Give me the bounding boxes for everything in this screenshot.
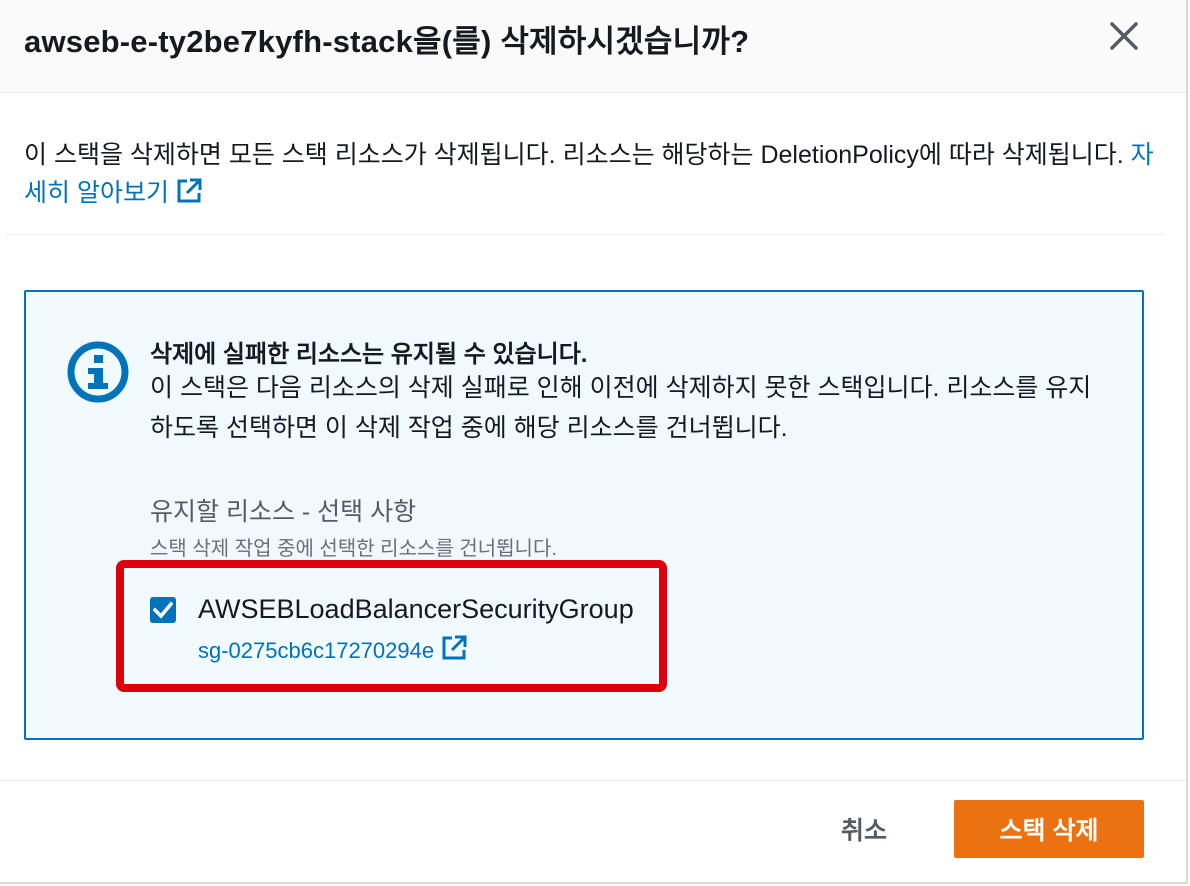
resource-name: AWSEBLoadBalancerSecurityGroup xyxy=(198,594,634,624)
info-alert-title: 삭제에 실패한 리소스는 유지될 수 있습니다. xyxy=(150,341,588,368)
footer-divider xyxy=(0,780,1186,781)
info-icon xyxy=(67,341,129,403)
resource-id-link[interactable]: sg-0275cb6c17270294e xyxy=(198,634,468,664)
checkmark-icon xyxy=(153,601,173,619)
resource-id: sg-0275cb6c17270294e xyxy=(198,638,435,663)
intro-description: 이 스택을 삭제하면 모든 스택 리소스가 삭제됩니다. 리소스는 해당하는 D… xyxy=(24,141,1124,169)
info-alert-body: 이 스택은 다음 리소스의 삭제 실패로 인해 이전에 삭제하지 못한 스택입니… xyxy=(150,374,1092,442)
cancel-button[interactable]: 취소 xyxy=(816,800,912,858)
dialog-title: awseb-e-ty2be7kyfh-stack을(를) 삭제하시겠습니까? xyxy=(24,24,750,59)
intro-text: 이 스택을 삭제하면 모든 스택 리소스가 삭제됩니다. 리소스는 해당하는 D… xyxy=(24,136,1154,212)
info-alert: 삭제에 실패한 리소스는 유지될 수 있습니다. 이 스택은 다음 리소스의 삭… xyxy=(24,290,1144,740)
resource-checkbox[interactable] xyxy=(150,597,176,623)
highlight-box xyxy=(116,560,667,692)
delete-stack-dialog: awseb-e-ty2be7kyfh-stack을(를) 삭제하시겠습니까? 이… xyxy=(0,0,1188,884)
retain-resources-label: 유지할 리소스 - 선택 사항 xyxy=(150,498,417,526)
close-icon xyxy=(1110,22,1138,50)
retain-resources-description: 스택 삭제 작업 중에 선택한 리소스를 건너뜁니다. xyxy=(150,538,557,560)
section-divider xyxy=(6,234,1164,235)
external-link-icon xyxy=(442,635,467,660)
delete-stack-button[interactable]: 스택 삭제 xyxy=(954,800,1144,858)
external-link-icon xyxy=(177,178,202,203)
close-button[interactable] xyxy=(1104,16,1144,56)
dialog-header: awseb-e-ty2be7kyfh-stack을(를) 삭제하시겠습니까? xyxy=(0,0,1186,93)
